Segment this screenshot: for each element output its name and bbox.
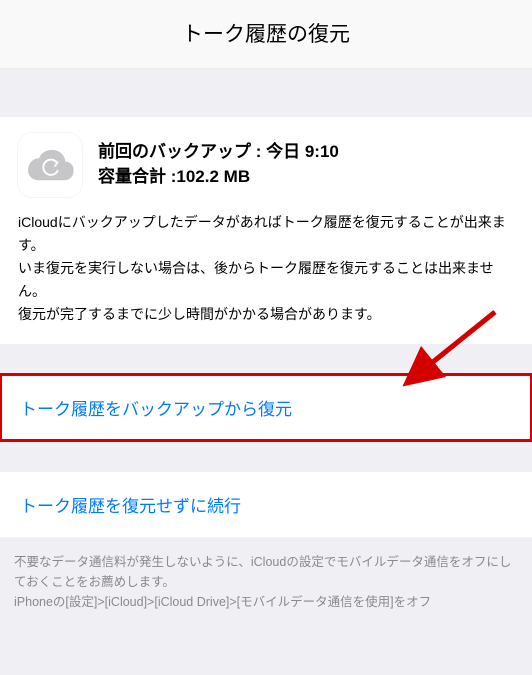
last-backup-value: 今日 9:10 [266, 142, 339, 161]
backup-info-card: 前回のバックアップ : 今日 9:10 容量合計 :102.2 MB iClou… [0, 117, 532, 344]
total-size-value: 102.2 MB [176, 167, 250, 186]
page-title: トーク履歴の復元 [0, 0, 532, 69]
restore-option-row[interactable]: トーク履歴をバックアップから復元 [0, 374, 532, 441]
restore-from-backup-link[interactable]: トーク履歴をバックアップから復元 [20, 400, 292, 419]
backup-description: iCloudにバックアップしたデータがあればトーク履歴を復元することが出来ます。… [18, 211, 514, 326]
backup-summary: 前回のバックアップ : 今日 9:10 容量合計 :102.2 MB [98, 140, 339, 189]
last-backup-label: 前回のバックアップ : [98, 142, 266, 161]
footer-note: 不要なデータ通信料が発生しないように、iCloudの設定でモバイルデータ通信をオ… [0, 538, 532, 628]
continue-option-row[interactable]: トーク履歴を復元せずに続行 [0, 471, 532, 538]
total-size-label: 容量合計 : [98, 167, 176, 186]
cloud-refresh-icon [18, 133, 82, 197]
continue-without-restore-link[interactable]: トーク履歴を復元せずに続行 [20, 497, 241, 516]
